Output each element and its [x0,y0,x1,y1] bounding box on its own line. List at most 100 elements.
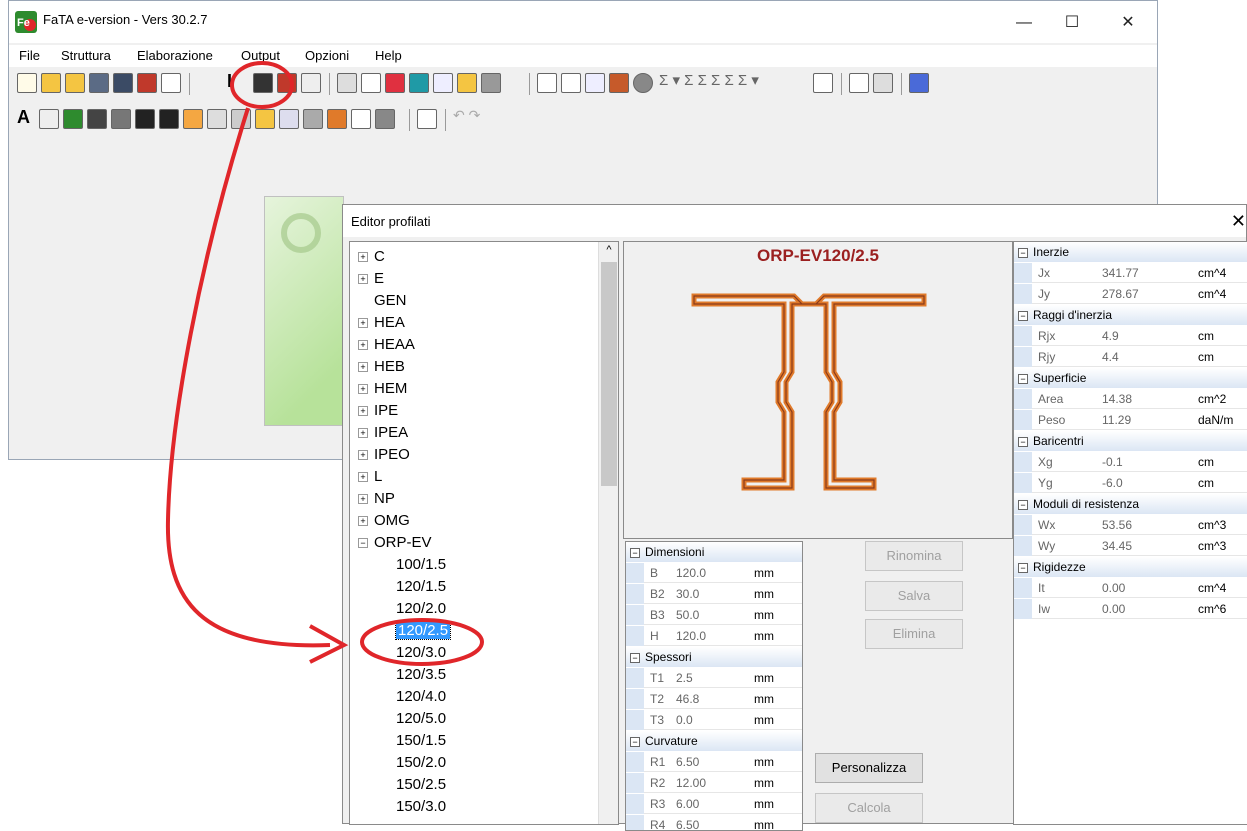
document-icon[interactable] [537,73,557,93]
tree-item-ipe[interactable]: + IPE [358,400,398,422]
tree-child-120-2-0[interactable]: 120/2.0 [396,598,446,620]
sum-icon[interactable]: Σ ▾ Σ Σ Σ Σ Σ ▾ [659,71,759,89]
collapse-icon[interactable]: − [630,737,640,747]
collapse-icon[interactable]: − [1018,563,1028,573]
menu-struttura[interactable]: Struttura [61,48,111,63]
tree-item-orp-ev[interactable]: − ORP-EV [358,532,432,554]
property-value[interactable]: 11.29 [1102,410,1131,430]
sphere-icon[interactable] [633,73,653,93]
collapse-icon[interactable]: − [1018,500,1028,510]
grid-row[interactable]: R4 6.50 mm [626,815,802,830]
node-icon[interactable] [337,73,357,93]
grid-row[interactable]: Rjx 4.9 cm [1014,326,1247,346]
tree-item-ipeo[interactable]: + IPEO [358,444,410,466]
close-button[interactable]: ✕ [1105,9,1151,37]
collapse-icon[interactable]: − [358,538,368,548]
property-value[interactable]: 6.00 [676,794,699,814]
properties-icon[interactable] [39,109,59,129]
stairs-icon[interactable] [303,109,323,129]
profile-tree[interactable]: ^ + C + E GEN + HEA + HEAA + HEB + HEM + IPE + I… [349,241,619,825]
grid-row[interactable]: T1 2.5 mm [626,668,802,688]
window-icon[interactable] [161,73,181,93]
property-value[interactable]: 2.5 [676,668,693,688]
collapse-icon[interactable]: − [630,653,640,663]
tree-item-hea[interactable]: + HEA [358,312,405,334]
tree-item-hem[interactable]: + HEM [358,378,407,400]
property-value[interactable]: 46.8 [676,689,699,709]
salva-button[interactable]: Salva [865,581,963,611]
axis-icon[interactable] [279,109,299,129]
tree-child-120-3-5[interactable]: 120/3.5 [396,664,446,686]
grid-category[interactable]: − Dimensioni [626,542,802,562]
menu-opzioni[interactable]: Opzioni [305,48,349,63]
tree-item-e[interactable]: + E [358,268,384,290]
truss-icon[interactable] [207,109,227,129]
property-value[interactable]: 14.38 [1102,389,1132,409]
grid-row[interactable]: T3 0.0 mm [626,710,802,730]
save-icon[interactable] [89,73,109,93]
property-value[interactable]: 6.50 [676,815,699,830]
expand-icon[interactable]: + [358,406,368,416]
open-folder-icon[interactable] [65,73,85,93]
dialog-close-icon[interactable]: ✕ [1231,211,1246,232]
grid-row[interactable]: B3 50.0 mm [626,605,802,625]
ec-icon[interactable] [301,73,321,93]
rinomina-button[interactable]: Rinomina [865,541,963,571]
tree-item-l[interactable]: + L [358,466,382,488]
grid-row[interactable]: Area 14.38 cm^2 [1014,389,1247,409]
dimensions-grid[interactable]: − Dimensioni B 120.0 mm B2 30.0 mm B3 50.0 mm H 120.… [625,541,803,831]
collapse-icon[interactable]: − [1018,311,1028,321]
property-value[interactable]: 0.00 [1102,578,1125,598]
stack-icon[interactable] [481,73,501,93]
expand-icon[interactable]: + [358,516,368,526]
tree-child-120-3-0[interactable]: 120/3.0 [396,642,446,664]
property-value[interactable]: 341.77 [1102,263,1139,283]
grid-row[interactable]: Xg -0.1 cm [1014,452,1247,472]
preview-icon[interactable] [585,73,605,93]
tree-child-150-1-5[interactable]: 150/1.5 [396,730,446,752]
expand-icon[interactable]: + [358,362,368,372]
property-value[interactable]: 4.9 [1102,326,1119,346]
print-icon[interactable] [561,73,581,93]
property-value[interactable]: 4.4 [1102,347,1119,367]
collapse-icon[interactable]: − [1018,374,1028,384]
collapse-icon[interactable]: − [630,548,640,558]
property-value[interactable]: -6.0 [1102,473,1123,493]
grid-category[interactable]: − Raggi d'inerzia [1014,305,1247,325]
grid-row[interactable]: T2 46.8 mm [626,689,802,709]
grid-icon[interactable] [361,73,381,93]
tree-child-150-2-0[interactable]: 150/2.0 [396,752,446,774]
grid-row[interactable]: R3 6.00 mm [626,794,802,814]
anchor-icon[interactable] [417,109,437,129]
grid-row[interactable]: Iw 0.00 cm^6 [1014,599,1247,619]
grid-category[interactable]: − Spessori [626,647,802,667]
menu-help[interactable]: Help [375,48,402,63]
list-icon[interactable] [849,73,869,93]
tree-child-120-2-5[interactable]: 120/2.5 [394,620,452,642]
new-icon[interactable] [17,73,37,93]
grid-row[interactable]: B 120.0 mm [626,563,802,583]
tree-child-100-1-5[interactable]: 100/1.5 [396,554,446,576]
calculator-icon[interactable] [873,73,893,93]
scroll-up-icon[interactable]: ^ [599,244,618,256]
menu-elaborazione[interactable]: Elaborazione [137,48,213,63]
grid-row[interactable]: B2 30.0 mm [626,584,802,604]
tree-scrollbar[interactable]: ^ [598,242,618,824]
grid-row[interactable]: Wx 53.56 cm^3 [1014,515,1247,535]
cube-icon[interactable] [909,73,929,93]
property-value[interactable]: 30.0 [676,584,699,604]
grid-row[interactable]: H 120.0 mm [626,626,802,646]
expand-icon[interactable]: + [358,384,368,394]
grid-category[interactable]: − Moduli di resistenza [1014,494,1247,514]
tree-item-c[interactable]: + C [358,246,385,268]
frame-icon[interactable] [457,73,477,93]
plate-icon[interactable] [135,109,155,129]
tree-item-np[interactable]: + NP [358,488,395,510]
constraint-icon[interactable] [409,73,429,93]
grid-category[interactable]: − Rigidezze [1014,557,1247,577]
solid-icon[interactable] [87,109,107,129]
maximize-button[interactable]: ☐ [1049,9,1095,37]
tree-child-150-2-5[interactable]: 150/2.5 [396,774,446,796]
property-value[interactable]: 6.50 [676,752,699,772]
grid-row[interactable]: It 0.00 cm^4 [1014,578,1247,598]
